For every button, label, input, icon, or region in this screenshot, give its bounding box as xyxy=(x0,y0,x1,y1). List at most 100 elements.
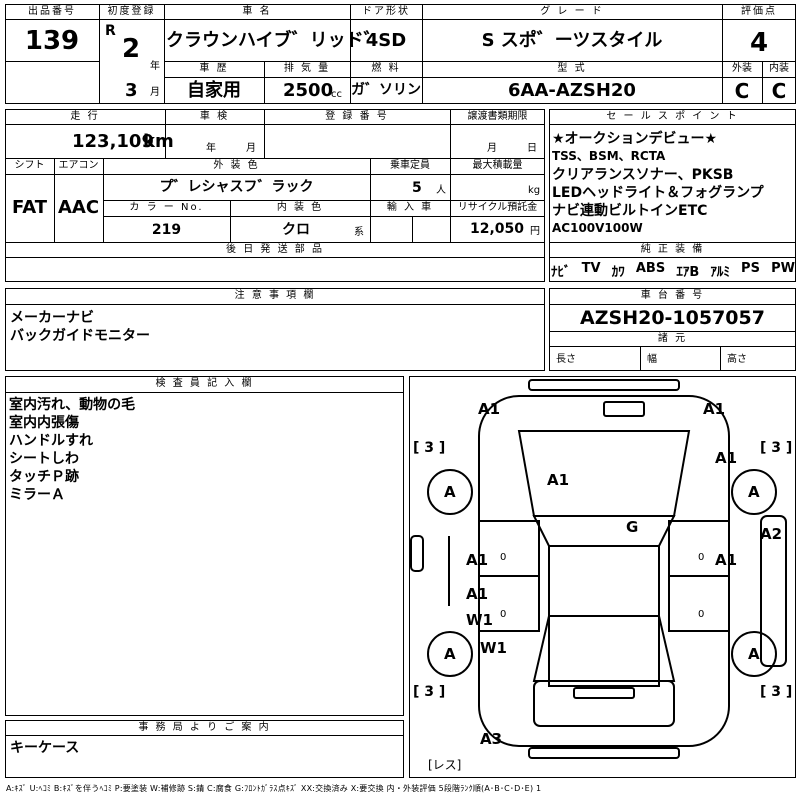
transfer-label: 譲渡書類期限 xyxy=(467,111,528,122)
rear-bumper-shape xyxy=(528,747,680,759)
front-bumper-shape xyxy=(528,379,680,391)
month-unit: 月 xyxy=(150,87,160,98)
equip-item: TV xyxy=(581,261,601,276)
inspector-line: ミラーＡ xyxy=(9,487,65,503)
inspector-label: 検 査 員 記 入 欄 xyxy=(155,378,254,389)
height-label: 高さ xyxy=(727,354,747,365)
diag-bonnet: A1 xyxy=(547,471,570,489)
diag-wheel-rr: A xyxy=(748,645,760,663)
equip-item: ｴｱB xyxy=(676,265,700,280)
width-label: 幅 xyxy=(647,354,657,365)
inspector-line: 室内汚れ、動物の毛 xyxy=(9,397,136,413)
rear-glass-shape xyxy=(532,615,676,682)
inspector-line: ハンドルすれ xyxy=(9,433,93,449)
mileage-label: 走 行 xyxy=(70,111,100,122)
interior-color-unit: 系 xyxy=(354,227,364,238)
year-unit: 年 xyxy=(150,61,160,72)
capacity-label: 乗車定員 xyxy=(390,160,430,171)
grade-label: グ レ ー ド xyxy=(540,6,604,17)
diag-door-fr: A1 xyxy=(715,551,738,569)
displacement-unit: cc xyxy=(331,89,342,100)
sales-line: TSS、BSM、RCTA xyxy=(552,149,666,163)
diag-wheel-fr: A xyxy=(748,483,760,501)
sales-line: ★オークションデビュー★ xyxy=(552,131,718,147)
diag-rest: [レス] xyxy=(428,758,462,772)
notes-line: バックガイドモニター xyxy=(10,328,150,344)
diag-door-mark-fl: 0 xyxy=(500,552,507,563)
sales-line: ナビ連動ビルトインETC xyxy=(552,202,708,219)
first-reg-label: 初度登録 xyxy=(107,6,156,17)
mileage-value: 123,109 xyxy=(72,131,154,152)
ac-value: AAC xyxy=(57,197,100,218)
color-no-label: カ ラ ー No. xyxy=(129,202,204,213)
shift-label: シフト xyxy=(14,160,45,171)
door-label: ドア形状 xyxy=(362,6,410,17)
import-label: 輸 入 車 xyxy=(386,202,434,213)
transfer-day: 日 xyxy=(527,143,537,154)
car-name-value: クラウンハイブ゛リッド゛ xyxy=(166,30,382,51)
ext-label: 外装 xyxy=(732,63,752,74)
diag-door-mark-fr: 0 xyxy=(698,552,705,563)
displacement-label: 排 気 量 xyxy=(283,63,331,74)
diag-front-left: A1 xyxy=(478,400,501,418)
diag-door-fl: A1 xyxy=(466,551,489,569)
int-label: 内装 xyxy=(769,63,789,74)
recycle-unit: 円 xyxy=(530,226,540,237)
diag-rear: A3 xyxy=(480,730,503,748)
diag-door-mark-rl: 0 xyxy=(500,609,507,620)
load-label: 最大積載量 xyxy=(472,160,523,171)
inspector-line: シートしわ xyxy=(9,451,79,467)
grille-shape xyxy=(603,401,645,417)
year-value: 2 xyxy=(122,34,141,64)
inspector-line: タッチＰ跡 xyxy=(9,469,79,485)
model-label: 型 式 xyxy=(557,63,587,74)
exterior-color-value: プ゛レシャスフ゛ラック xyxy=(159,179,314,195)
body-outline-shape xyxy=(478,395,730,747)
month-value: 3 xyxy=(125,80,138,101)
chassis-label: 車 台 番 号 xyxy=(640,290,705,301)
load-unit: kg xyxy=(528,185,541,196)
notes-lines: メーカーナビ バックガイドモニター xyxy=(10,309,150,345)
inspection-month: 月 xyxy=(246,143,256,154)
equip-item: PW xyxy=(771,261,795,276)
capacity-unit: 人 xyxy=(436,185,446,196)
equip-item: ABS xyxy=(635,261,666,276)
equip-item: PS xyxy=(741,261,760,276)
score-label: 評価点 xyxy=(741,6,777,17)
inspection-year: 年 xyxy=(206,143,216,154)
int-value: C xyxy=(771,79,787,103)
rear-mark-shape xyxy=(573,687,635,699)
notes-label: 注 意 事 項 欄 xyxy=(234,290,316,301)
diag-side-left: [ 3 ] xyxy=(413,440,446,456)
equip-item: ｶﾜ xyxy=(611,265,625,280)
diag-glass: G xyxy=(626,518,639,536)
era-value: R xyxy=(105,23,116,39)
lot-label: 出品番号 xyxy=(28,6,76,17)
door-value: 4SD xyxy=(365,30,407,51)
sales-line: クリアランスソナー、PKSB xyxy=(552,166,734,183)
interior-color-label: 内 装 色 xyxy=(276,202,324,213)
displacement-value: 2500 xyxy=(283,80,334,101)
model-value: 6AA-AZSH20 xyxy=(508,80,636,101)
equip-list: ﾅﾋﾞ TV ｶﾜ ABS ｴｱB ｱﾙﾐ PS PW xyxy=(551,261,795,280)
hood-shape xyxy=(517,430,691,517)
later-label: 後 日 発 送 部 品 xyxy=(226,244,324,255)
grade-value: S スポ゛ーツスタイル xyxy=(481,30,663,51)
inspection-label: 車 検 xyxy=(199,111,230,122)
legend: A:ｷｽﾞ U:ﾍｺﾐ B:ｷｽﾞを伴うﾍｺﾐ P:要塗装 W:補修跡 S:錆 … xyxy=(6,784,542,793)
diag-side-right: [ 3 ] xyxy=(760,440,793,456)
interior-color-value: クロ xyxy=(282,222,310,238)
sales-lines: ★オークションデビュー★ TSS、BSM、RCTA クリアランスソナー、PKSB… xyxy=(552,130,794,237)
lot-value: 139 xyxy=(24,26,80,56)
diag-door-rl: A1 xyxy=(466,585,489,603)
history-label: 車 歴 xyxy=(199,63,229,74)
color-no-value: 219 xyxy=(151,222,182,238)
diag-front-right: A1 xyxy=(703,400,726,418)
length-label: 長さ xyxy=(556,354,576,365)
sales-line: LEDヘッドライト＆フォグランプ xyxy=(552,184,764,201)
score-value: 4 xyxy=(749,28,769,58)
exterior-color-label: 外 装 色 xyxy=(213,160,260,171)
regno-label: 登 録 番 号 xyxy=(325,111,389,122)
diag-quarter-right: A2 xyxy=(760,525,783,543)
car-diagram xyxy=(410,379,787,759)
